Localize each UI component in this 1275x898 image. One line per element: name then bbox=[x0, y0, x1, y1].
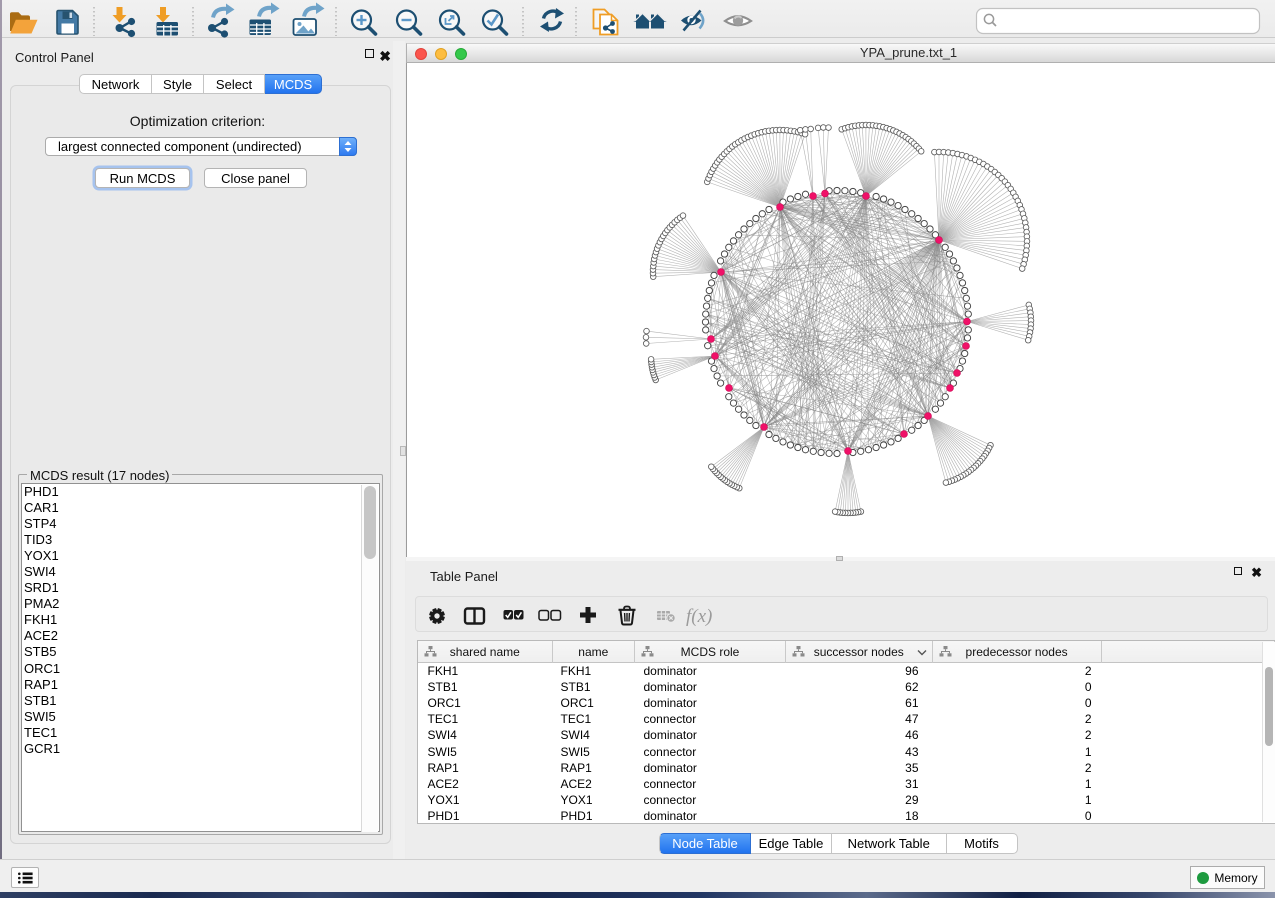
svg-text:f(x): f(x) bbox=[686, 606, 712, 627]
